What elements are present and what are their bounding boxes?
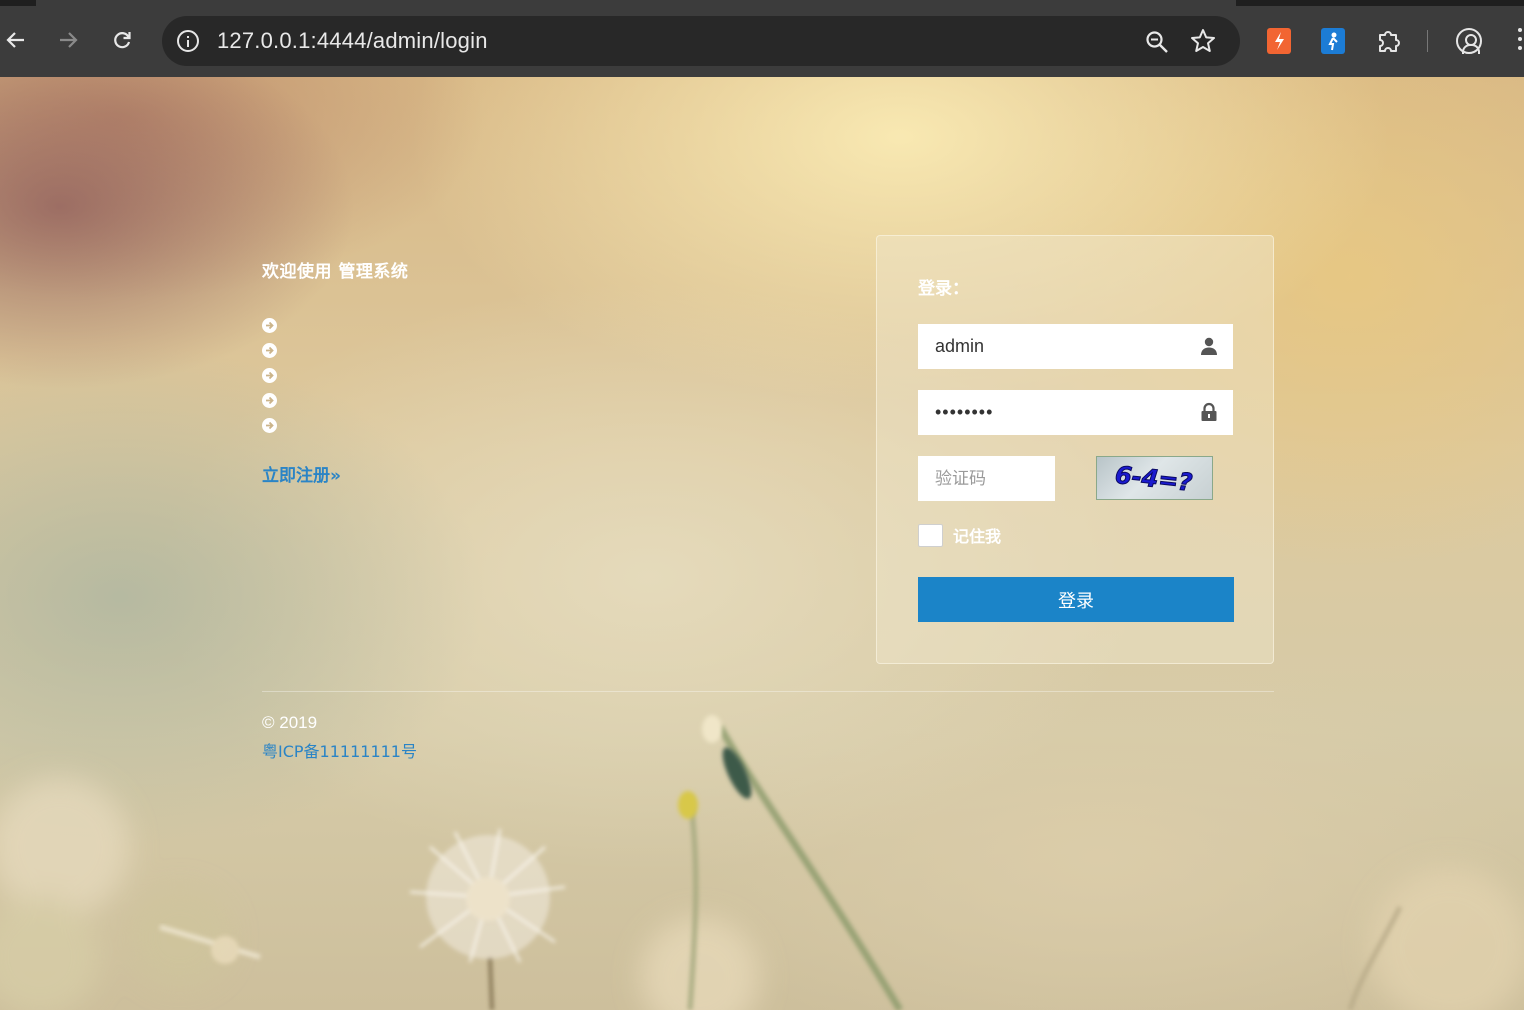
back-arrow-icon[interactable] xyxy=(0,24,32,56)
intro-block: 欢迎使用 管理系统 xyxy=(262,257,408,282)
tab-strip xyxy=(0,0,1524,6)
browser-toolbar: 127.0.0.1:4444/admin/login xyxy=(0,0,1524,77)
user-icon xyxy=(1201,337,1217,355)
login-card: 登录： 6-4=? 记住我 xyxy=(876,235,1274,664)
feature-list xyxy=(262,313,277,438)
password-field-wrapper xyxy=(918,390,1233,435)
list-item xyxy=(262,338,277,363)
copyright-text: © 2019 xyxy=(262,713,318,732)
list-item xyxy=(262,313,277,338)
login-page: 欢迎使用 管理系统 立即注册» 登录： admin •••••••• 验证码 6… xyxy=(0,77,1524,1010)
username-input[interactable] xyxy=(918,324,1233,369)
captcha-text: 6-4=? xyxy=(1114,461,1194,497)
login-button[interactable]: 登录 xyxy=(918,577,1234,622)
url-text[interactable]: 127.0.0.1:4444/admin/login xyxy=(217,28,488,54)
info-icon[interactable] xyxy=(177,30,199,52)
welcome-heading: 欢迎使用 管理系统 xyxy=(262,262,409,282)
kebab-menu-icon[interactable] xyxy=(1516,28,1524,54)
profile-icon[interactable] xyxy=(1456,28,1482,54)
extension-lightning-icon[interactable] xyxy=(1267,28,1291,54)
toolbar-divider xyxy=(1427,30,1428,52)
circle-arrow-icon xyxy=(262,393,277,408)
username-field-wrapper xyxy=(918,324,1233,369)
puzzle-icon[interactable] xyxy=(1374,26,1404,56)
circle-arrow-icon xyxy=(262,368,277,383)
zoom-icon[interactable] xyxy=(1144,29,1170,55)
login-title: 登录： xyxy=(918,279,969,299)
list-item xyxy=(262,388,277,413)
captcha-input[interactable] xyxy=(918,456,1055,501)
captcha-field-wrapper xyxy=(918,456,1055,501)
list-item xyxy=(262,363,277,388)
background-photo xyxy=(0,715,1524,1010)
star-icon[interactable] xyxy=(1190,28,1216,54)
remember-me[interactable]: 记住我 xyxy=(918,523,1001,547)
captcha-image[interactable]: 6-4=? xyxy=(1096,456,1213,500)
reload-icon[interactable] xyxy=(106,24,138,56)
password-input[interactable] xyxy=(918,390,1233,435)
remember-checkbox[interactable] xyxy=(918,523,943,547)
lock-icon xyxy=(1201,402,1217,421)
address-bar[interactable]: 127.0.0.1:4444/admin/login xyxy=(162,16,1240,66)
footer-divider xyxy=(262,691,1274,692)
remember-label: 记住我 xyxy=(953,527,1002,546)
forward-arrow-icon[interactable] xyxy=(52,24,84,56)
list-item xyxy=(262,413,277,438)
circle-arrow-icon xyxy=(262,318,277,333)
icp-link[interactable]: 粤ICP备11111111号 xyxy=(262,738,417,762)
active-tab-edge xyxy=(36,0,1236,6)
extension-figure-icon[interactable] xyxy=(1321,28,1345,54)
circle-arrow-icon xyxy=(262,343,277,358)
register-link[interactable]: 立即注册» xyxy=(262,461,341,486)
circle-arrow-icon xyxy=(262,418,277,433)
